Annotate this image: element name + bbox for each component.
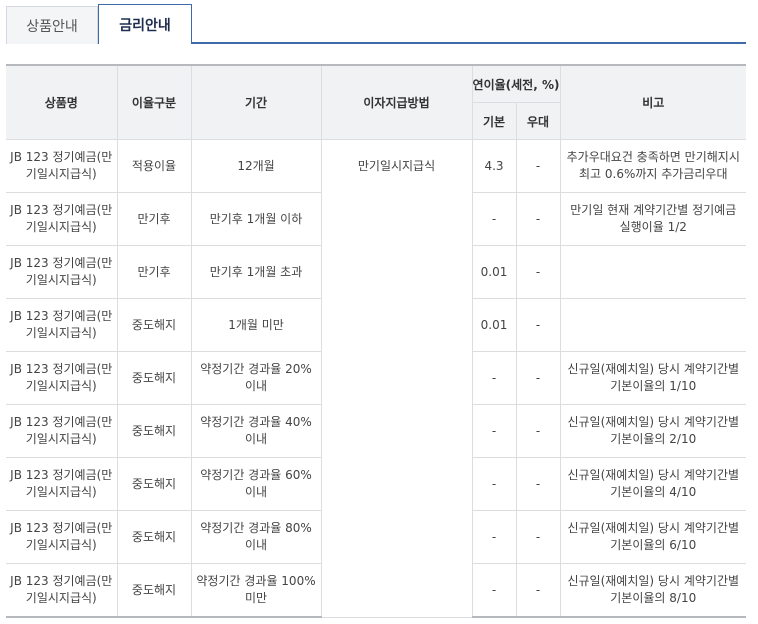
tab-bar-underline xyxy=(191,42,746,44)
base-rate-cell: - xyxy=(471,351,517,405)
preferential-rate-cell: - xyxy=(515,298,561,352)
period-cell: 12개월 xyxy=(190,139,322,193)
base-rate-cell: 0.01 xyxy=(471,245,517,299)
period-cell: 약정기간 경과율 60%이내 xyxy=(190,457,322,511)
product-name-cell: JB 123 정기예금(만기일시지급식) xyxy=(6,245,118,299)
note-cell: 추가우대요건 충족하면 만기해지시 최고 0.6%까지 추가금리우대 xyxy=(559,139,746,193)
period-cell: 약정기간 경과율 100%미만 xyxy=(190,563,322,618)
base-rate-cell: 0.01 xyxy=(471,298,517,352)
header-payment-method: 이자지급방법 xyxy=(320,64,473,140)
period-cell: 약정기간 경과율 20%이내 xyxy=(190,351,322,405)
period-cell: 약정기간 경과율 40%이내 xyxy=(190,404,322,458)
header-annual-rate: 연이율(세전, %) xyxy=(471,64,561,103)
note-cell: 신규일(재예치일) 당시 계약기간별 기본이율의 6/10 xyxy=(559,510,746,564)
note-cell: 신규일(재예치일) 당시 계약기간별 기본이율의 1/10 xyxy=(559,351,746,405)
product-name-cell: JB 123 정기예금(만기일시지급식) xyxy=(6,192,118,246)
note-cell: 신규일(재예치일) 당시 계약기간별 기본이율의 2/10 xyxy=(559,404,746,458)
rate-type-cell: 만기후 xyxy=(116,192,192,246)
rate-type-cell: 적용이율 xyxy=(116,139,192,193)
rate-type-cell: 중도해지 xyxy=(116,404,192,458)
base-rate-cell: 4.3 xyxy=(471,139,517,193)
preferential-rate-cell: - xyxy=(515,245,561,299)
product-name-cell: JB 123 정기예금(만기일시지급식) xyxy=(6,139,118,193)
preferential-rate-cell: - xyxy=(515,457,561,511)
rate-table: 상품명 이율구분 기간 이자지급방법 연이율(세전, %) 비고 기본 우대 J… xyxy=(6,64,746,618)
preferential-rate-cell: - xyxy=(515,192,561,246)
period-cell: 만기후 1개월 이하 xyxy=(190,192,322,246)
rate-type-cell: 만기후 xyxy=(116,245,192,299)
rate-type-cell: 중도해지 xyxy=(116,457,192,511)
note-cell xyxy=(559,245,746,299)
rate-type-cell: 중도해지 xyxy=(116,510,192,564)
header-period: 기간 xyxy=(190,64,322,140)
product-name-cell: JB 123 정기예금(만기일시지급식) xyxy=(6,457,118,511)
rate-type-cell: 중도해지 xyxy=(116,563,192,618)
product-name-cell: JB 123 정기예금(만기일시지급식) xyxy=(6,298,118,352)
product-name-cell: JB 123 정기예금(만기일시지급식) xyxy=(6,563,118,618)
preferential-rate-cell: - xyxy=(515,351,561,405)
period-cell: 약정기간 경과율 80%이내 xyxy=(190,510,322,564)
rate-type-cell: 중도해지 xyxy=(116,298,192,352)
rate-table-body: JB 123 정기예금(만기일시지급식) 적용이율 12개월 만기일시지급식 4.3- 추… xyxy=(6,139,746,618)
table-row: JB 123 정기예금(만기일시지급식) 적용이율 12개월 만기일시지급식 4.3- 추… xyxy=(6,139,746,618)
preferential-rate-cell: - xyxy=(515,563,561,618)
note-cell: 신규일(재예치일) 당시 계약기간별 기본이율의 8/10 xyxy=(559,563,746,618)
product-name-cell: JB 123 정기예금(만기일시지급식) xyxy=(6,510,118,564)
preferential-rate-cell: - xyxy=(515,510,561,564)
header-preferential-rate: 우대 xyxy=(515,102,560,140)
note-cell: 신규일(재예치일) 당시 계약기간별 기본이율의 4/10 xyxy=(559,457,746,511)
base-rate-cell: - xyxy=(471,510,517,564)
header-rate-type: 이율구분 xyxy=(116,64,192,140)
header-base-rate: 기본 xyxy=(472,102,517,140)
preferential-rate-cell: - xyxy=(515,404,561,458)
product-name-cell: JB 123 정기예금(만기일시지급식) xyxy=(6,404,118,458)
period-cell: 1개월 미만 xyxy=(190,298,322,352)
header-product-name: 상품명 xyxy=(6,64,118,140)
payment-method-cell: 만기일시지급식 xyxy=(320,139,473,618)
base-rate-cell: - xyxy=(471,192,517,246)
base-rate-cell: - xyxy=(471,563,517,618)
note-cell xyxy=(559,298,746,352)
base-rate-cell: - xyxy=(471,457,517,511)
header-note: 비고 xyxy=(559,64,746,140)
base-rate-cell: - xyxy=(471,404,517,458)
note-cell: 만기일 현재 계약기간별 정기예금 실행이율 1/2 xyxy=(559,192,746,246)
tab-bar: 상품안내 금리안내 xyxy=(6,4,746,44)
preferential-rate-cell: - xyxy=(515,139,561,193)
tab-product-info[interactable]: 상품안내 xyxy=(6,6,98,44)
tab-rate-info[interactable]: 금리안내 xyxy=(98,4,192,44)
rate-type-cell: 중도해지 xyxy=(116,351,192,405)
period-cell: 만기후 1개월 초과 xyxy=(190,245,322,299)
product-name-cell: JB 123 정기예금(만기일시지급식) xyxy=(6,351,118,405)
